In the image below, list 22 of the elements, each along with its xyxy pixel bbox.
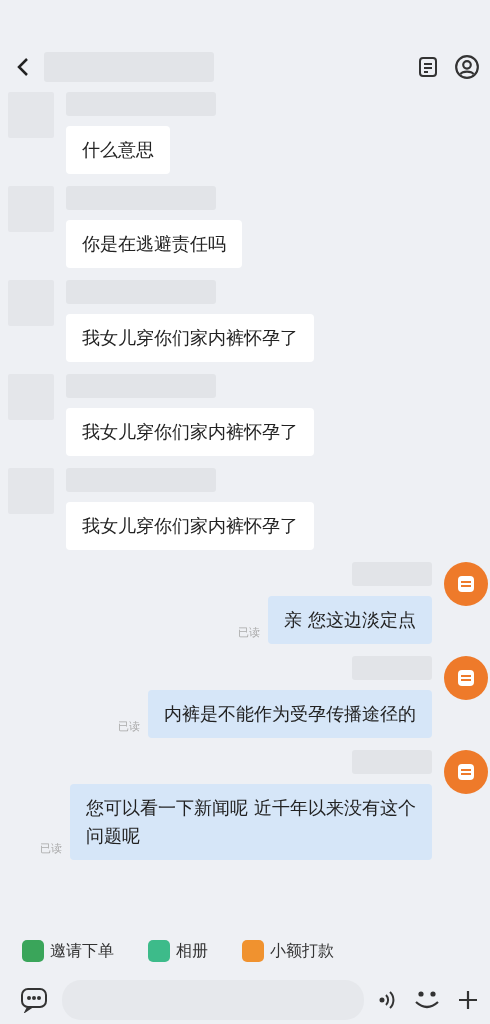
read-receipt: 已读 bbox=[118, 719, 140, 734]
avatar bbox=[444, 562, 488, 606]
chat-icon[interactable] bbox=[20, 987, 48, 1013]
avatar bbox=[444, 750, 488, 794]
back-icon[interactable] bbox=[16, 56, 30, 78]
message-bubble: 你是在逃避责任吗 bbox=[66, 220, 242, 268]
message-bubble: 内裤是不能作为受孕传播途径的 bbox=[148, 690, 432, 738]
notes-icon[interactable] bbox=[416, 55, 440, 79]
message-bubble: 我女儿穿你们家内裤怀孕了 bbox=[66, 502, 314, 550]
message-bubble: 我女儿穿你们家内裤怀孕了 bbox=[66, 314, 314, 362]
read-receipt: 已读 bbox=[238, 625, 261, 640]
message-bubble: 您可以看一下新闻呢 近千年以来没有这个问题呢 bbox=[70, 784, 432, 860]
quick-action[interactable]: 小额打款 bbox=[242, 940, 334, 962]
avatar bbox=[444, 656, 488, 700]
quick-action[interactable]: 邀请下单 bbox=[22, 940, 114, 962]
message-bubble: 我女儿穿你们家内裤怀孕了 bbox=[66, 408, 314, 456]
plus-icon[interactable] bbox=[456, 988, 480, 1012]
quick-action[interactable]: 相册 bbox=[148, 940, 208, 962]
message-bubble: 亲 您这边淡定点 bbox=[268, 596, 432, 644]
profile-icon[interactable] bbox=[454, 54, 480, 80]
message-bubble: 什么意思 bbox=[66, 126, 170, 174]
read-receipt: 已读 bbox=[40, 841, 62, 856]
